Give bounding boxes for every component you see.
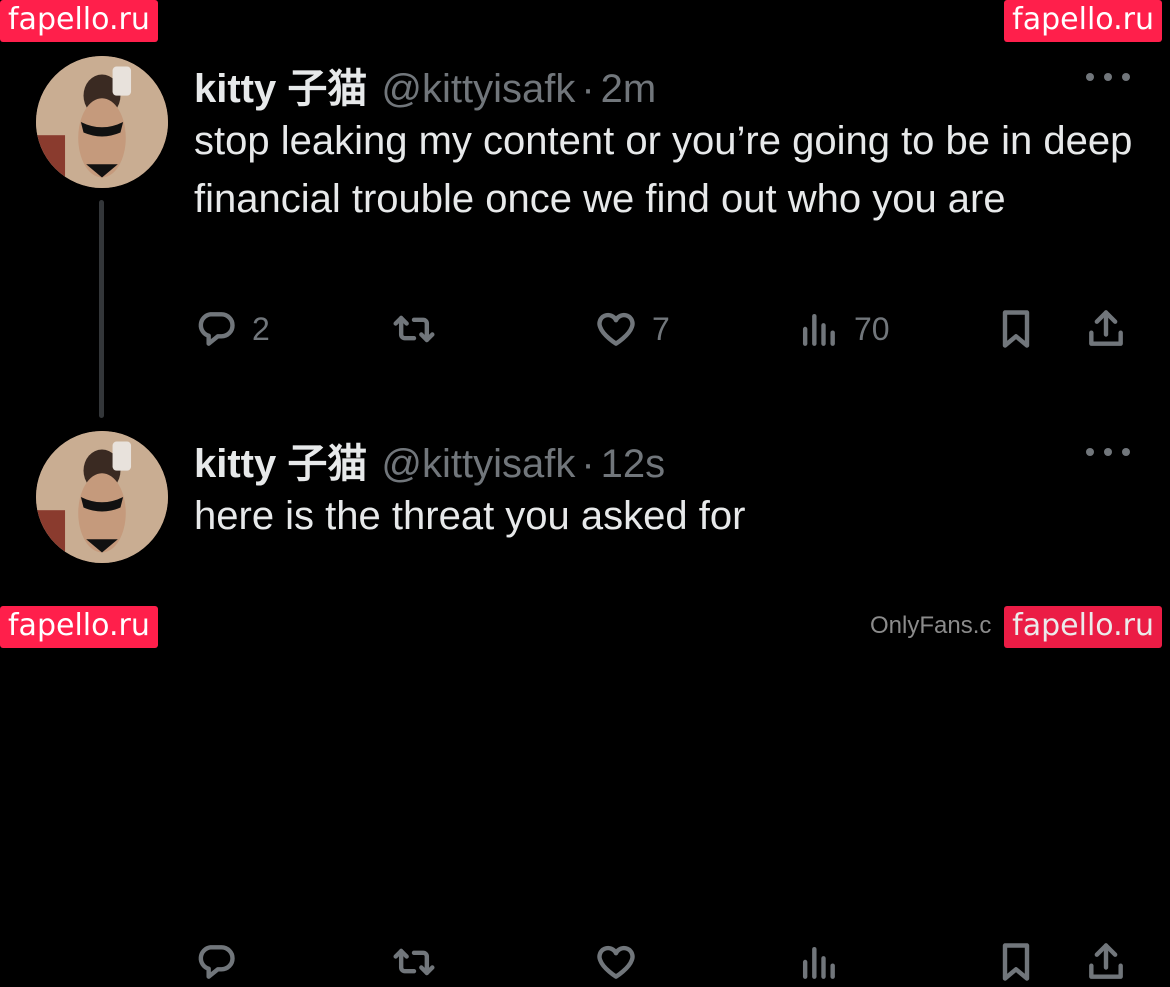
tweet-text: stop leaking my content or you’re going … xyxy=(194,119,1133,221)
timestamp[interactable]: 2m xyxy=(601,67,657,112)
separator-dot: · xyxy=(581,442,595,486)
share-button[interactable] xyxy=(1084,304,1128,354)
tweet-header: kitty 子猫 @kittyisafk · 12s xyxy=(194,431,665,486)
share-icon xyxy=(1089,310,1123,346)
share-icon xyxy=(1089,943,1123,979)
view-count: 70 xyxy=(854,310,890,347)
views-chart-icon xyxy=(802,946,835,979)
tweet-header: kitty 子猫 @kittyisafk · 2m xyxy=(194,56,656,111)
watermark-top-left: fapello.ru xyxy=(0,0,158,42)
display-name[interactable]: kitty 子猫 xyxy=(194,56,367,114)
user-handle[interactable]: @kittyisafk xyxy=(381,67,575,112)
heart-icon xyxy=(597,945,635,979)
timestamp[interactable]: 12s xyxy=(601,442,666,487)
reply-icon xyxy=(198,945,235,979)
avatar[interactable] xyxy=(36,431,168,563)
reply-button[interactable] xyxy=(194,937,252,987)
user-handle[interactable]: @kittyisafk xyxy=(381,442,575,487)
views-button[interactable]: 70 xyxy=(796,304,890,354)
bookmark-button[interactable] xyxy=(994,937,1038,987)
views-chart-icon xyxy=(802,313,835,346)
action-bar: 2 7 70 xyxy=(194,304,1144,354)
retweet-icon xyxy=(393,315,435,343)
more-dots-icon[interactable] xyxy=(1086,70,1130,84)
like-count: 7 xyxy=(652,310,670,347)
tweet-text: here is the threat you asked for xyxy=(194,494,746,538)
heart-icon xyxy=(597,312,635,346)
reply-button[interactable]: 2 xyxy=(194,304,270,354)
avatar-image xyxy=(36,431,168,563)
footer-source-text: OnlyFans.c xyxy=(870,612,992,639)
avatar[interactable] xyxy=(36,56,168,188)
bookmark-icon xyxy=(1002,310,1030,348)
display-name[interactable]: kitty 子猫 xyxy=(194,431,367,489)
like-button[interactable]: 7 xyxy=(594,304,670,354)
bookmark-icon xyxy=(1002,943,1030,981)
reply-icon xyxy=(198,312,235,346)
views-button[interactable] xyxy=(796,937,854,987)
retweet-button[interactable] xyxy=(392,304,450,354)
share-button[interactable] xyxy=(1084,937,1128,987)
retweet-button[interactable] xyxy=(392,937,450,987)
action-bar xyxy=(194,937,1144,987)
like-button[interactable] xyxy=(594,937,652,987)
retweet-icon xyxy=(393,948,435,976)
separator-dot: · xyxy=(581,67,595,111)
reply-count: 2 xyxy=(252,310,270,347)
thread-connector-line xyxy=(99,200,104,418)
more-dots-icon[interactable] xyxy=(1086,445,1130,459)
avatar-image xyxy=(36,56,168,188)
watermark-bottom-right: fapello.ru xyxy=(1004,606,1162,648)
watermark-top-right: fapello.ru xyxy=(1004,0,1162,42)
watermark-bottom-left: fapello.ru xyxy=(0,606,158,648)
bookmark-button[interactable] xyxy=(994,304,1038,354)
